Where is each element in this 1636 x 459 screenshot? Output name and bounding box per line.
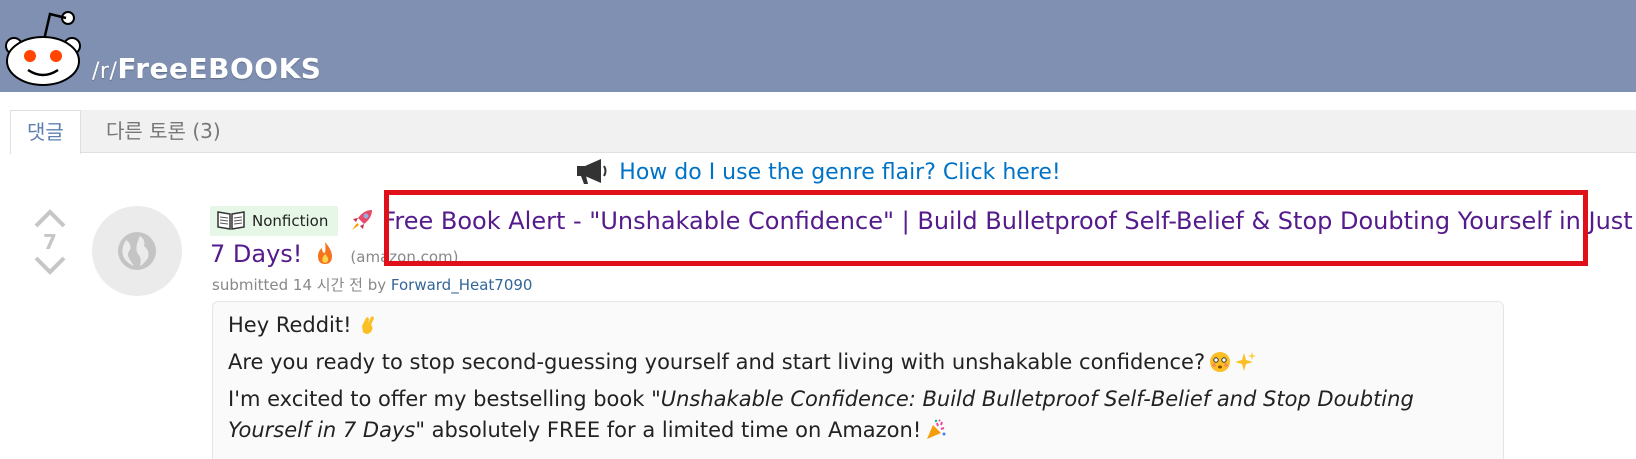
- waving-hand-icon: [361, 316, 374, 334]
- post-flair[interactable]: Nonfiction: [210, 206, 339, 236]
- tab-other-discussions[interactable]: 다른 토론 (3): [90, 110, 237, 153]
- subreddit-title[interactable]: /r/FreeEBOOKS: [92, 52, 321, 85]
- submitted-time: submitted 14 시간 전 by: [212, 276, 387, 294]
- genre-flair-link[interactable]: How do I use the genre flair? Click here…: [619, 160, 1060, 185]
- rocket-icon: [352, 210, 373, 230]
- globe-icon: [118, 232, 156, 270]
- tab-comments[interactable]: 댓글: [10, 110, 81, 154]
- selftext-line: I'm excited to offer my bestselling book: [228, 387, 652, 411]
- subreddit-header: /r/FreeEBOOKS: [0, 0, 1636, 92]
- megaphone-icon: [577, 159, 607, 184]
- selftext-paragraph: Hey Reddit!: [228, 310, 1488, 341]
- flushed-face-icon: [1210, 352, 1231, 372]
- selftext-line: Are you ready to stop second-guessing yo…: [228, 350, 1206, 374]
- open-book-icon: [217, 211, 245, 230]
- tab-bar: 댓글 다른 토론 (3): [10, 110, 1636, 154]
- downvote-arrow-icon[interactable]: [33, 256, 67, 276]
- party-popper-icon: [927, 419, 946, 439]
- reddit-snoo-icon[interactable]: [0, 6, 86, 88]
- sparkles-icon: [1235, 352, 1257, 371]
- flair-label: Nonfiction: [252, 212, 329, 230]
- post-author-link[interactable]: Forward_Heat7090: [391, 276, 533, 294]
- genre-flair-announcement: How do I use the genre flair? Click here…: [0, 157, 1636, 185]
- selftext-paragraph: I'm excited to offer my bestselling book…: [228, 384, 1488, 446]
- post-title-block: Nonfiction Free Book Alert - "Unshakable …: [210, 205, 1636, 274]
- subreddit-name: FreeEBOOKS: [117, 52, 322, 85]
- upvote-arrow-icon[interactable]: [33, 208, 67, 228]
- post-tagline: submitted 14 시간 전 by Forward_Heat7090: [212, 274, 532, 295]
- subreddit-prefix: /r/: [92, 59, 118, 84]
- post-selftext: Hey Reddit! Are you ready to stop second…: [212, 301, 1504, 459]
- selftext-paragraph: Are you ready to stop second-guessing yo…: [228, 347, 1488, 378]
- selftext-line: Hey Reddit!: [228, 313, 352, 337]
- selftext-line: absolutely FREE for a limited time on Am…: [425, 418, 922, 442]
- post-domain[interactable]: (amazon.com): [350, 248, 458, 266]
- fire-icon: [318, 242, 333, 264]
- post-score: 7: [43, 230, 57, 254]
- link-thumbnail[interactable]: [92, 206, 182, 296]
